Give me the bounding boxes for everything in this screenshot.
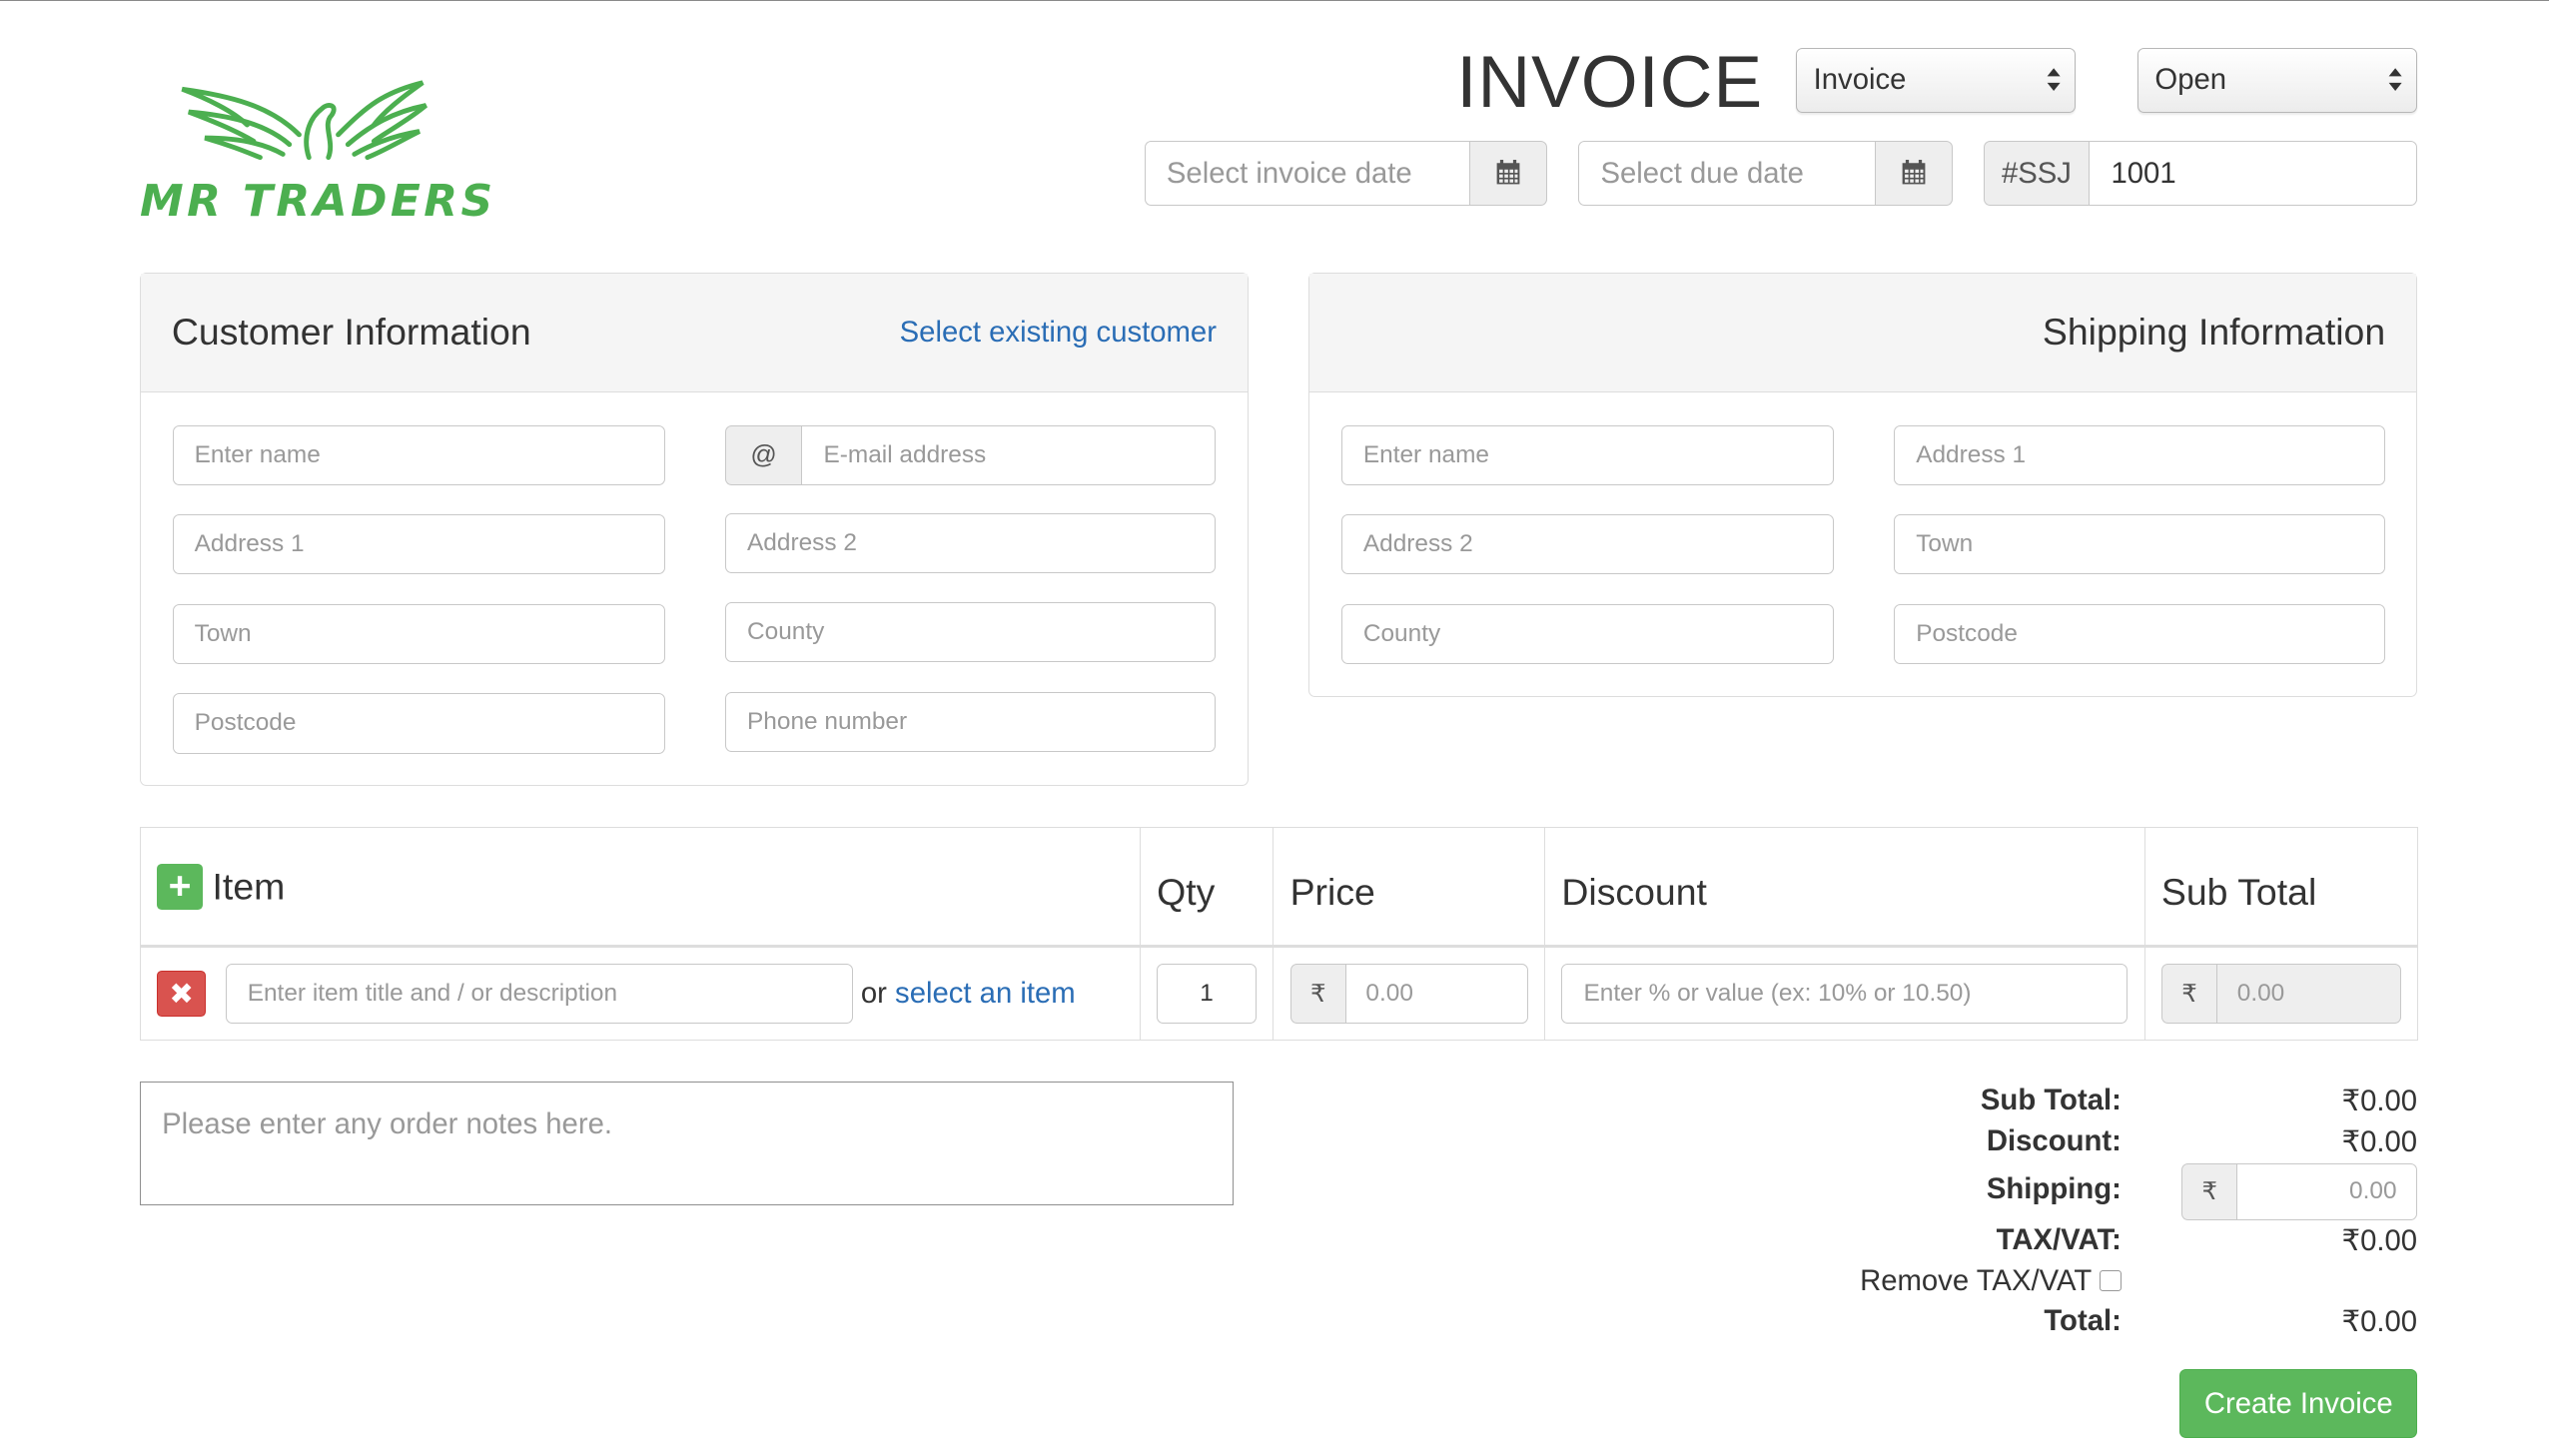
create-invoice-button[interactable]: Create Invoice	[2179, 1369, 2418, 1438]
subtotal-column-header: Sub Total	[2143, 826, 2419, 948]
customer-panel-header: Customer Information Select existing cus…	[140, 273, 1248, 392]
customer-address2-input[interactable]: Address 2	[724, 512, 1217, 573]
shipping-total-label: Shipping:	[1986, 1172, 2122, 1206]
subtotal-readonly-input: 0.00	[2216, 963, 2401, 1024]
customer-heading: Customer Information	[171, 311, 531, 354]
select-arrows-icon	[2047, 68, 2061, 92]
discount-input[interactable]: Enter % or value (ex: 10% or 10.50)	[1561, 963, 2128, 1024]
due-date-group: Select due date	[1578, 140, 1953, 207]
customer-name-input[interactable]: Enter name	[172, 424, 665, 485]
invoice-prefix-addon: #SSJ	[1983, 140, 2090, 207]
customer-address1-input[interactable]: Address 1	[172, 514, 665, 575]
remove-tax-checkbox[interactable]	[2100, 1269, 2122, 1292]
delete-item-button[interactable]: ✖	[157, 970, 207, 1017]
shipping-address1-input[interactable]: Address 1	[1894, 424, 2385, 485]
customer-phone-input[interactable]: Phone number	[724, 691, 1217, 752]
item-description-input[interactable]: Enter item title and / or description	[225, 963, 853, 1024]
shipping-county-input[interactable]: County	[1340, 603, 1834, 664]
invoice-status-value: Open	[2154, 63, 2227, 97]
invoice-number-input[interactable]: 1001	[2089, 140, 2418, 207]
logo-wings-graphic: MR TRADERS	[140, 80, 494, 227]
calendar-icon	[1902, 160, 1925, 185]
price-cell: ₹ 0.00	[1273, 945, 1546, 1041]
qty-cell: 1	[1139, 945, 1274, 1041]
table-row: ✖ Enter item title and / or description …	[139, 945, 2419, 1041]
due-date-calendar-button[interactable]	[1874, 140, 1953, 207]
page-title: INVOICE	[1456, 41, 1763, 124]
customer-town-input[interactable]: Town	[172, 603, 665, 664]
shipping-postcode-input[interactable]: Postcode	[1894, 603, 2385, 664]
invoice-date-group: Select invoice date	[1144, 140, 1548, 207]
select-item-link[interactable]: select an item	[895, 977, 1076, 1011]
shipping-currency-addon: ₹	[2181, 1162, 2237, 1220]
plus-icon: +	[168, 865, 192, 909]
tax-total-value: ₹0.00	[2341, 1223, 2418, 1257]
item-cell: ✖ Enter item title and / or description …	[139, 945, 1141, 1041]
shipping-address2-input[interactable]: Address 2	[1340, 514, 1834, 575]
shipping-cost-group: ₹ 0.00	[2181, 1162, 2418, 1220]
qty-input[interactable]: 1	[1157, 963, 1258, 1024]
item-column-header: + Item	[139, 826, 1141, 948]
shipping-panel-header: Shipping Information	[1309, 273, 2417, 392]
email-at-addon: @	[724, 424, 802, 485]
tax-total-label: TAX/VAT:	[1996, 1222, 2122, 1256]
customer-email-group: @ E-mail address	[724, 424, 1217, 485]
discount-total-label: Discount:	[1986, 1123, 2122, 1157]
items-table-header-row: + Item Qty Price Discount Sub Total	[139, 826, 2419, 948]
invoice-type-select[interactable]: Invoice	[1796, 48, 2077, 114]
invoice-date-input[interactable]: Select invoice date	[1144, 140, 1470, 207]
discount-column-header: Discount	[1544, 826, 2145, 948]
price-column-header: Price	[1273, 826, 1546, 948]
order-notes-textarea[interactable]: Please enter any order notes here.	[139, 1082, 1235, 1205]
price-currency-addon: ₹	[1289, 963, 1345, 1024]
remove-tax-row: Remove TAX/VAT	[1860, 1264, 2122, 1298]
shipping-cost-input[interactable]: 0.00	[2236, 1162, 2418, 1220]
logo-text: MR TRADERS	[140, 176, 494, 223]
or-text: or	[860, 976, 887, 1010]
shipping-town-input[interactable]: Town	[1894, 514, 2385, 575]
due-date-input[interactable]: Select due date	[1578, 140, 1875, 207]
select-arrows-icon	[2388, 68, 2402, 92]
invoice-type-value: Invoice	[1813, 63, 1907, 97]
shipping-name-input[interactable]: Enter name	[1340, 424, 1834, 485]
remove-tax-label: Remove TAX/VAT	[1860, 1263, 2093, 1297]
shipping-heading: Shipping Information	[2042, 311, 2386, 354]
brand-logo: MR TRADERS	[140, 73, 497, 227]
qty-column-header: Qty	[1139, 826, 1274, 948]
subtotal-cell: ₹ 0.00	[2143, 945, 2419, 1041]
invoice-date-calendar-button[interactable]	[1469, 140, 1548, 207]
customer-email-input[interactable]: E-mail address	[801, 424, 1217, 485]
price-input[interactable]: 0.00	[1344, 963, 1528, 1024]
total-value: ₹0.00	[2341, 1305, 2418, 1339]
total-label: Total:	[2044, 1304, 2122, 1338]
price-group: ₹ 0.00	[1289, 963, 1528, 1024]
sub-total-label: Sub Total:	[1980, 1083, 2122, 1116]
customer-postcode-input[interactable]: Postcode	[172, 693, 665, 754]
discount-total-value: ₹0.00	[2341, 1124, 2418, 1158]
add-item-button[interactable]: +	[157, 864, 203, 910]
subtotal-currency-addon: ₹	[2160, 963, 2217, 1024]
invoice-status-select[interactable]: Open	[2137, 48, 2418, 114]
invoice-number-group: #SSJ 1001	[1983, 140, 2418, 207]
discount-cell: Enter % or value (ex: 10% or 10.50)	[1544, 945, 2145, 1041]
sub-total-value: ₹0.00	[2341, 1084, 2418, 1117]
calendar-icon	[1496, 160, 1520, 185]
customer-county-input[interactable]: County	[724, 602, 1217, 663]
items-table: + Item Qty Price Discount Sub Total ✖ Ent…	[139, 826, 2419, 1041]
subtotal-group: ₹ 0.00	[2160, 963, 2401, 1024]
select-existing-customer-link[interactable]: Select existing customer	[900, 316, 1217, 350]
close-icon: ✖	[169, 977, 194, 1011]
